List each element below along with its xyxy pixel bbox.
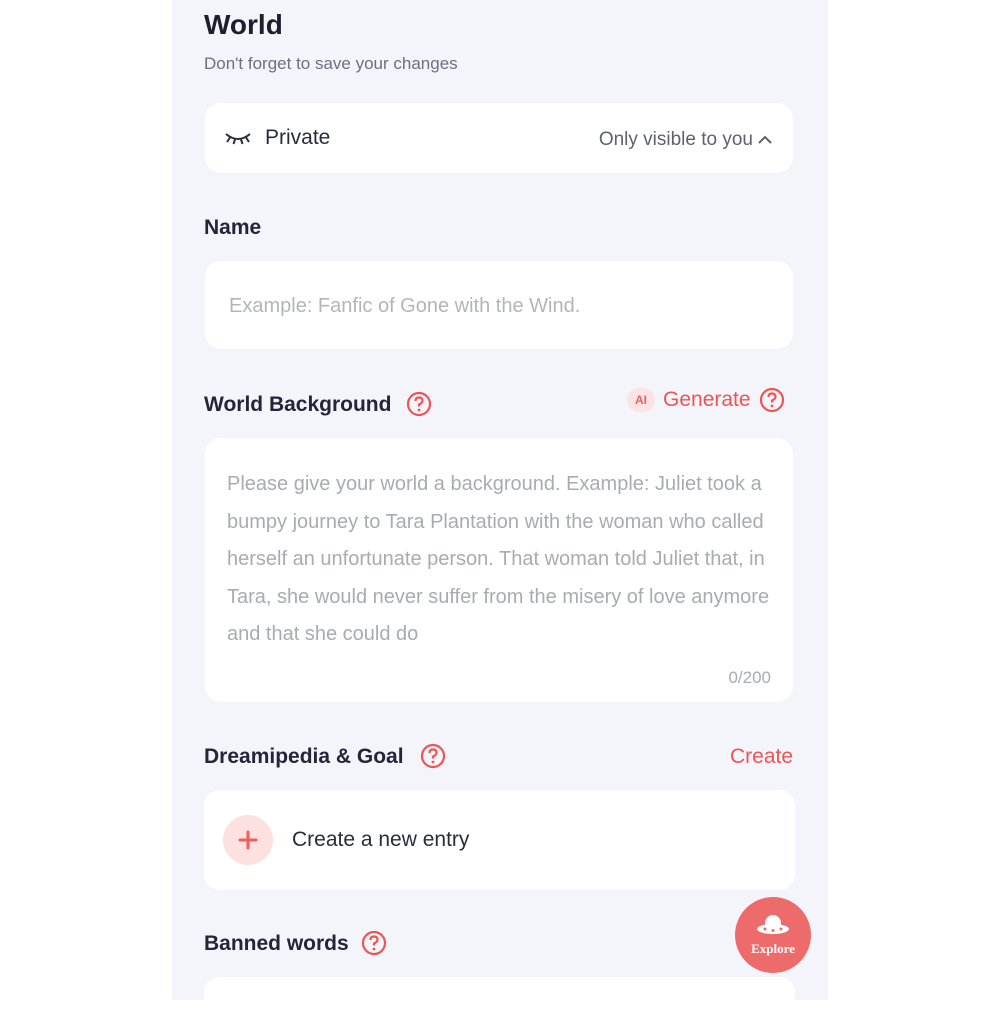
page-title: World xyxy=(204,9,283,40)
explore-label: Explore xyxy=(751,941,795,956)
help-icon[interactable] xyxy=(759,387,785,413)
plus-circle xyxy=(223,815,273,865)
plus-icon xyxy=(238,830,258,850)
world-background-textarea[interactable]: Please give your world a background. Exa… xyxy=(205,438,793,702)
visibility-dropdown[interactable]: Only visible to you xyxy=(599,127,773,153)
page-subtitle: Don't forget to save your changes xyxy=(204,54,458,73)
create-entry-button[interactable]: Create a new entry xyxy=(204,790,795,890)
closed-eye-icon xyxy=(225,133,251,145)
name-input[interactable] xyxy=(227,288,771,324)
create-entry-label: Create a new entry xyxy=(292,828,470,851)
help-icon[interactable] xyxy=(361,930,387,956)
privacy-label: Private xyxy=(265,126,331,149)
world-background-label: World Background xyxy=(204,393,392,416)
ufo-icon xyxy=(757,915,789,934)
banned-words-label: Banned words xyxy=(204,932,349,955)
explore-button[interactable]: Explore xyxy=(735,897,811,973)
visibility-value: Only visible to you xyxy=(598,129,753,150)
privacy-selector[interactable]: Private Only visible to you xyxy=(205,103,793,173)
world-background-placeholder: Please give your world a background. Exa… xyxy=(227,473,770,645)
character-counter: 0/200 xyxy=(728,668,771,687)
generate-label: Generate xyxy=(663,388,751,411)
name-field[interactable] xyxy=(205,261,793,349)
create-button[interactable]: Create xyxy=(730,744,793,770)
help-icon[interactable] xyxy=(420,743,446,769)
chevron-up-icon xyxy=(758,135,772,144)
generate-button[interactable]: AI Generate xyxy=(627,387,785,413)
ai-badge: AI xyxy=(627,388,655,412)
name-label: Name xyxy=(204,216,262,239)
dreamipedia-label: Dreamipedia & Goal xyxy=(204,745,404,768)
banned-words-field[interactable] xyxy=(204,977,795,1017)
help-icon[interactable] xyxy=(406,391,432,417)
